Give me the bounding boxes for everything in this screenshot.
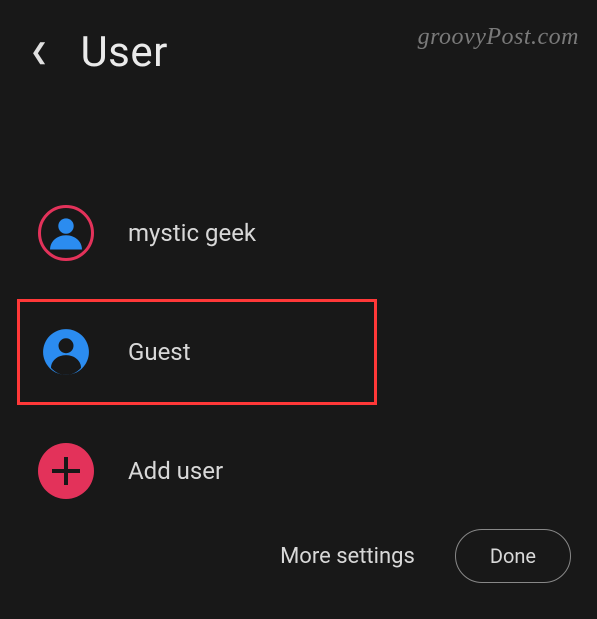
- user-label: Add user: [128, 457, 223, 485]
- user-row-guest[interactable]: Guest: [17, 299, 377, 405]
- person-icon: [44, 211, 88, 255]
- more-settings-button[interactable]: More settings: [280, 544, 415, 569]
- avatar-selected: [38, 205, 94, 261]
- add-user-avatar: [38, 443, 94, 499]
- user-row-add[interactable]: Add user: [20, 425, 577, 517]
- user-list: mystic geek Guest Add user: [0, 187, 597, 517]
- avatar-guest: [38, 324, 94, 380]
- plus-icon: [52, 457, 80, 485]
- footer-actions: More settings Done: [280, 529, 571, 583]
- user-row-mystic-geek[interactable]: mystic geek: [20, 187, 577, 279]
- person-icon: [41, 327, 91, 377]
- watermark-text: groovyPost.com: [418, 24, 579, 51]
- page-title: User: [80, 28, 167, 77]
- user-label: mystic geek: [128, 219, 256, 247]
- back-icon[interactable]: ❮: [30, 42, 48, 64]
- done-button[interactable]: Done: [455, 529, 571, 583]
- user-label: Guest: [128, 338, 191, 366]
